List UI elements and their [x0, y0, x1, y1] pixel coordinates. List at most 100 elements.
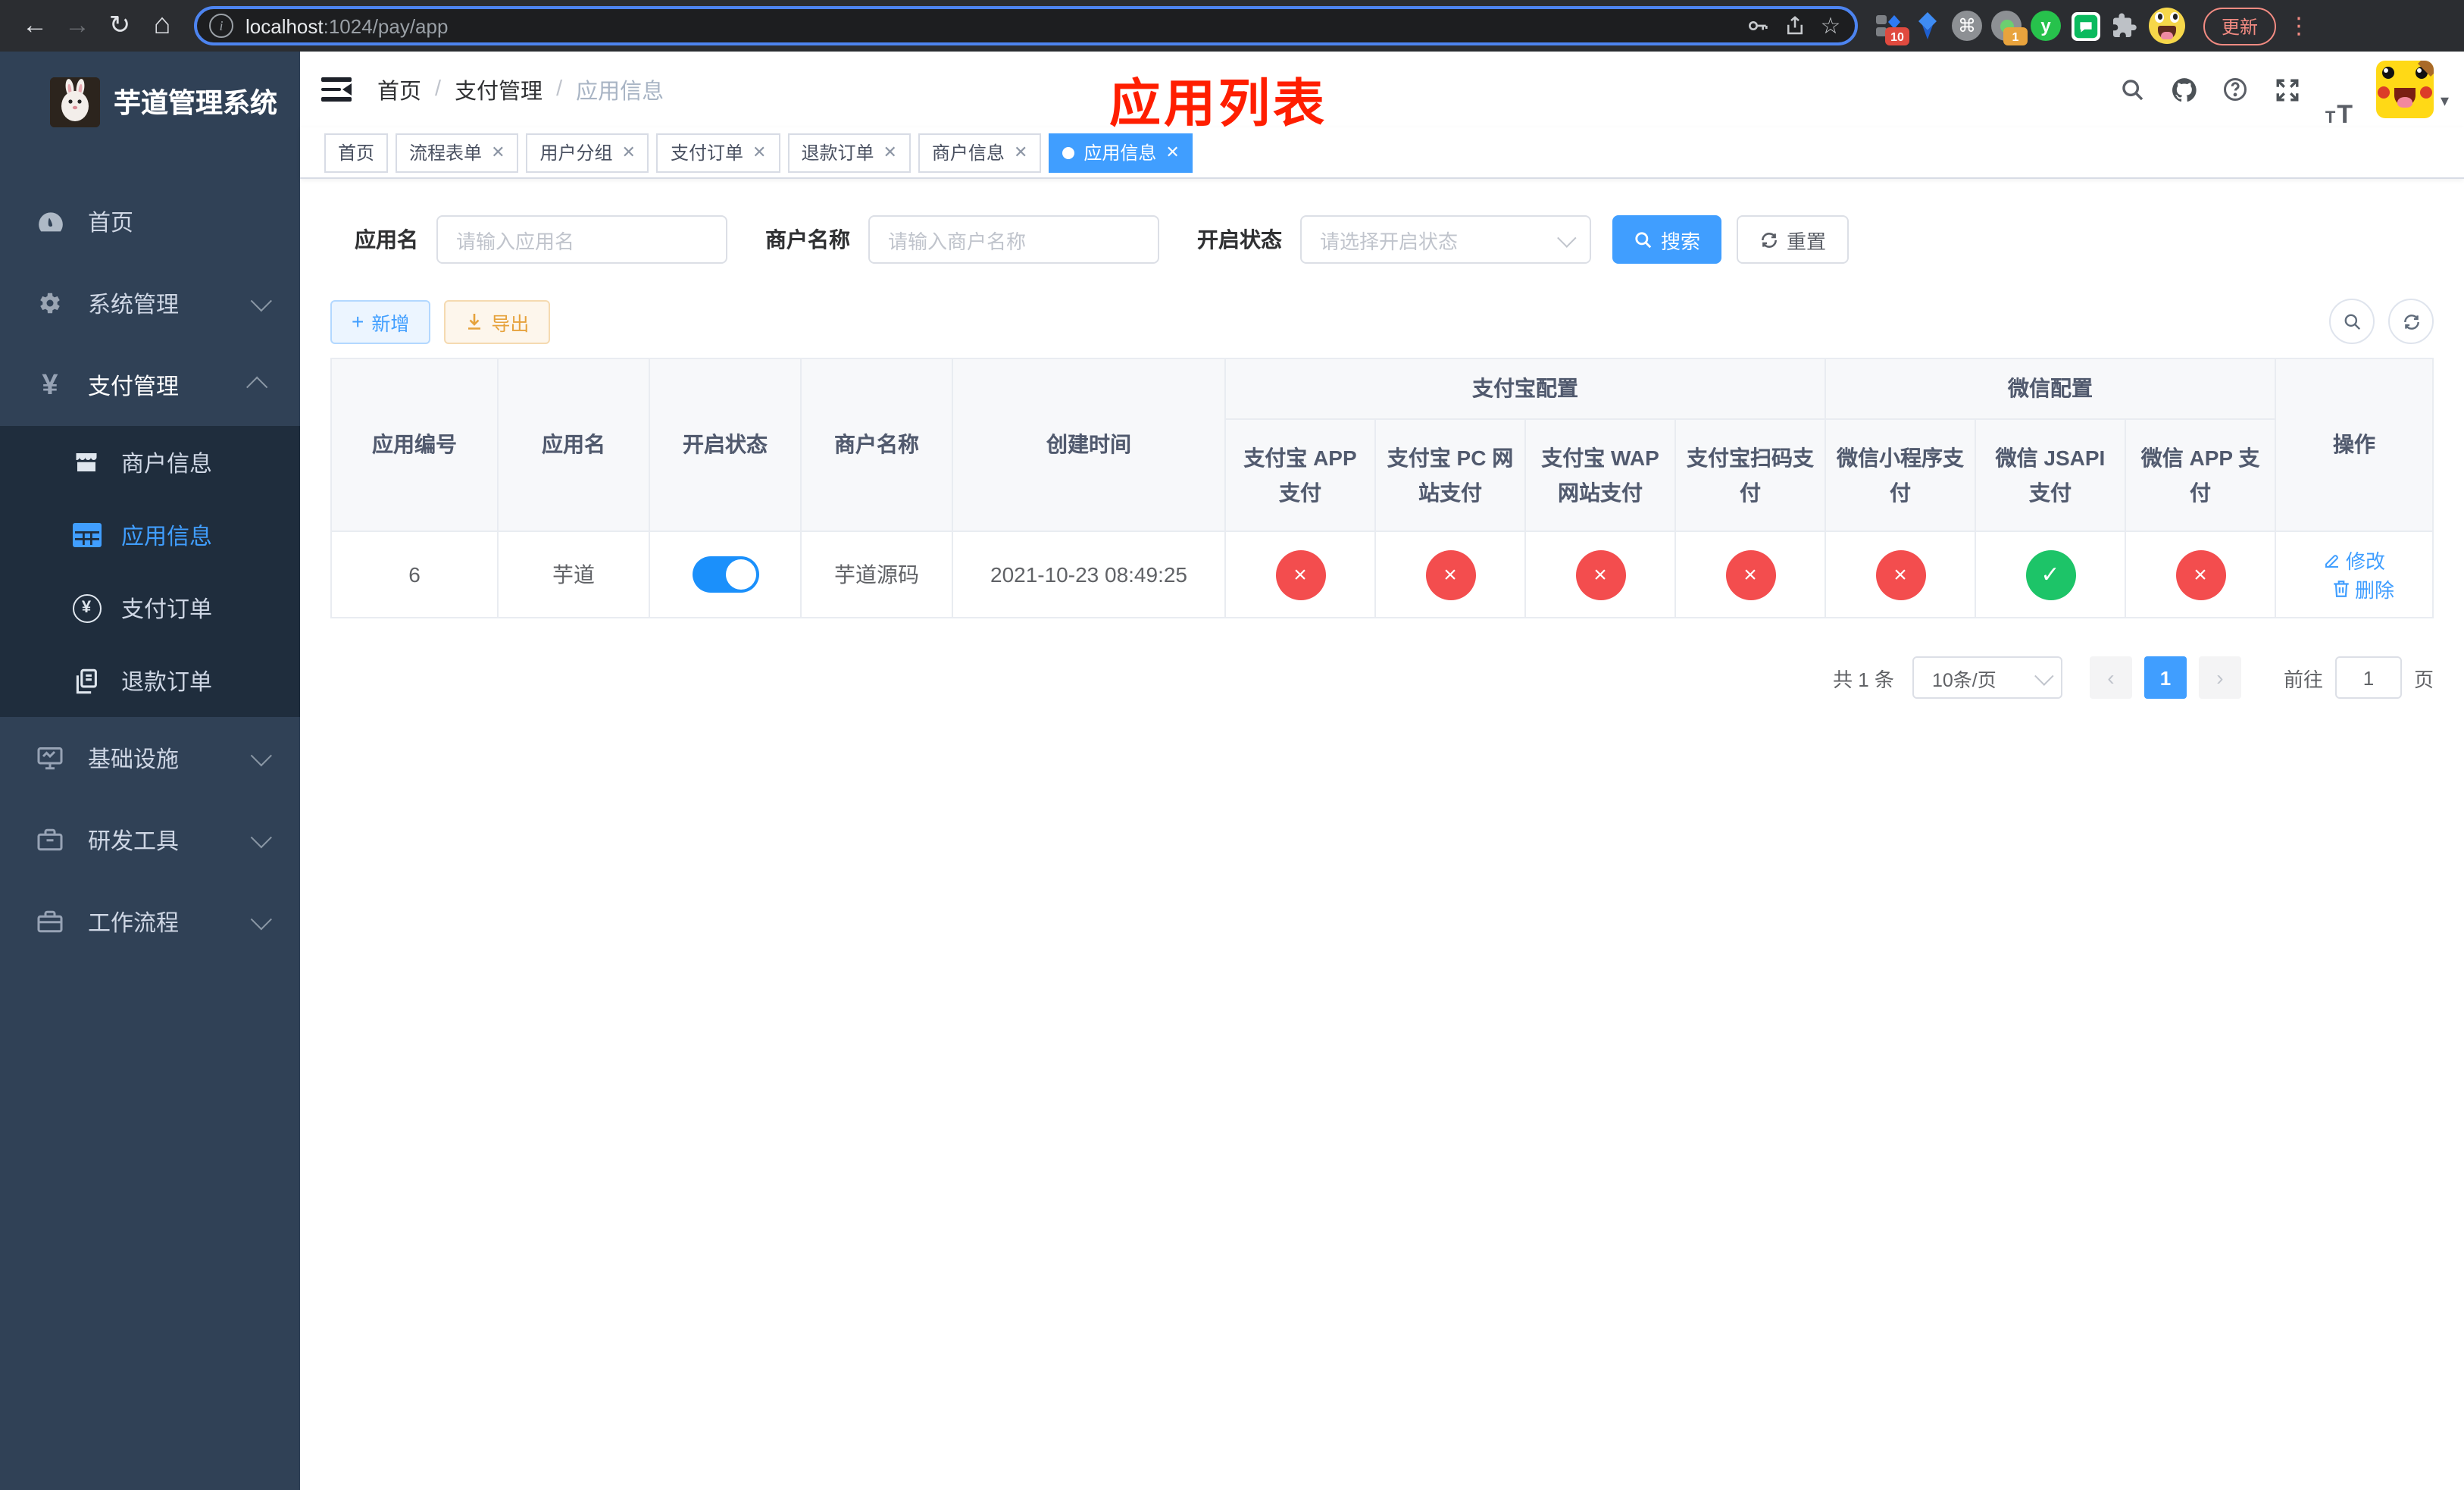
search-button[interactable]: 搜索 [1612, 215, 1722, 264]
refresh-icon[interactable] [2388, 299, 2434, 344]
breadcrumb-pay[interactable]: 支付管理 [455, 74, 543, 105]
close-icon[interactable]: ✕ [883, 142, 896, 162]
extension-y-icon[interactable]: y [2028, 6, 2064, 45]
wx-jsapi-status-icon: ✓ [2025, 549, 2075, 599]
tab-app-info[interactable]: 应用信息 ✕ [1049, 133, 1193, 172]
plus-icon: + [352, 309, 364, 333]
goto-label: 前往 [2283, 668, 2323, 690]
sidebar-item-infra[interactable]: 基础设施 [0, 717, 300, 799]
font-size-icon[interactable]: TT [2313, 52, 2365, 127]
avatar-caret-icon[interactable]: ▾ [2441, 90, 2449, 110]
search-form: 应用名 请输入应用名 商户名称 请输入商户名称 开启状态 请选择开启状态 搜索 … [330, 215, 2434, 264]
logo-row[interactable]: 芋道管理系统 [0, 52, 300, 135]
cell-merchant: 芋道源码 [800, 531, 953, 618]
status-toggle[interactable] [692, 556, 758, 593]
sidebar-item-label: 研发工具 [88, 828, 180, 854]
reset-button[interactable]: 重置 [1737, 215, 1850, 264]
extension-chat-icon[interactable] [2067, 6, 2103, 45]
github-icon[interactable] [2159, 52, 2210, 127]
help-icon[interactable] [2210, 52, 2262, 127]
close-icon[interactable]: ✕ [752, 142, 766, 162]
share-icon[interactable] [1776, 9, 1812, 42]
tab-pay-order[interactable]: 支付订单 ✕ [656, 133, 780, 172]
tab-refund-order[interactable]: 退款订单 ✕ [787, 133, 911, 172]
sidebar-item-pay[interactable]: ¥ 支付管理 [0, 344, 300, 426]
search-icon[interactable] [2107, 52, 2159, 127]
hide-search-icon[interactable] [2329, 299, 2375, 344]
user-avatar[interactable] [2376, 61, 2434, 118]
back-icon[interactable]: ← [15, 6, 55, 45]
delete-link[interactable]: 删除 [2332, 574, 2394, 603]
app-name-label: 应用名 [355, 227, 418, 252]
table-grid-icon [70, 523, 103, 547]
sidebar-item-merchant-info[interactable]: 商户信息 [0, 426, 300, 499]
breadcrumb-separator: / [435, 77, 442, 102]
col-wx-jsapi: 微信 JSAPI 支付 [1975, 418, 2126, 532]
extension-gem-icon[interactable] [1909, 6, 1946, 45]
tab-process-form[interactable]: 流程表单 ✕ [396, 133, 519, 172]
col-status: 开启状态 [649, 358, 802, 532]
cell-actions: 修改 删除 [2275, 531, 2434, 618]
close-icon[interactable]: ✕ [491, 142, 505, 162]
home-icon[interactable]: ⌂ [142, 6, 182, 45]
extension-command-icon[interactable]: ⌘ [1949, 6, 1985, 45]
url-text[interactable]: localhost:1024/pay/app [245, 14, 1740, 37]
export-button[interactable]: 导出 [444, 299, 551, 343]
col-actions: 操作 [2275, 358, 2434, 532]
chevron-down-icon [250, 745, 272, 767]
yen-circle-icon: ¥ [70, 593, 103, 622]
bookmark-star-icon[interactable]: ☆ [1812, 9, 1849, 42]
next-page-button[interactable]: › [2198, 656, 2241, 699]
sidebar-collapse-icon[interactable] [321, 77, 352, 102]
col-alipay-pc: 支付宝 PC 网站支付 [1374, 418, 1526, 532]
breadcrumb-home[interactable]: 首页 [377, 74, 421, 105]
status-label: 开启状态 [1197, 227, 1282, 252]
logo-image [50, 77, 100, 127]
col-alipay-qr: 支付宝扫码支付 [1674, 418, 1826, 532]
chrome-update-button[interactable]: 更新 [2203, 7, 2277, 45]
close-icon[interactable]: ✕ [1165, 142, 1179, 162]
col-alipay-wap: 支付宝 WAP 网站支付 [1524, 418, 1676, 532]
reload-icon[interactable]: ↻ [100, 6, 139, 45]
close-icon[interactable]: ✕ [1014, 142, 1027, 162]
key-icon[interactable] [1740, 9, 1776, 42]
close-icon[interactable]: ✕ [622, 142, 636, 162]
page-size-select[interactable]: 10条/页 [1912, 656, 2062, 699]
tab-merchant-info[interactable]: 商户信息 ✕ [918, 133, 1042, 172]
sidebar-item-pay-order[interactable]: ¥ 支付订单 [0, 571, 300, 644]
add-button[interactable]: + 新增 [330, 299, 431, 343]
forward-icon[interactable]: → [58, 6, 97, 45]
sidebar-item-devtools[interactable]: 研发工具 [0, 799, 300, 881]
sidebar: 芋道管理系统 首页 系统管理 ¥ 支付管理 商户信息 应用信息 ¥ 支付订单 退… [0, 52, 300, 1490]
site-info-icon[interactable]: i [209, 14, 233, 38]
tab-user-group[interactable]: 用户分组 ✕ [526, 133, 649, 172]
merchant-name-input[interactable]: 请输入商户名称 [868, 215, 1159, 264]
browser-menu-icon[interactable]: ⋮ [2285, 12, 2312, 39]
main-area: 首页 / 支付管理 / 应用信息 应用列表 T T ▾ 首页 流程表单 ✕ 用户… [300, 52, 2464, 1490]
extensions-puzzle-icon[interactable] [2106, 6, 2143, 45]
goto-page-input[interactable] [2334, 656, 2402, 699]
sidebar-item-workflow[interactable]: 工作流程 [0, 881, 300, 963]
sidebar-item-label: 商户信息 [121, 451, 213, 477]
sidebar-item-system[interactable]: 系统管理 [0, 262, 300, 344]
sidebar-item-label: 退款订单 [121, 669, 213, 695]
extension-recorder-icon[interactable]: 1 [1988, 6, 2028, 45]
url-path: :1024/pay/app [323, 14, 449, 37]
page-1-button[interactable]: 1 [2143, 656, 2187, 699]
sidebar-item-label: 应用信息 [121, 524, 213, 549]
address-bar[interactable]: i localhost:1024/pay/app ☆ [194, 6, 1858, 45]
sidebar-item-refund-order[interactable]: 退款订单 [0, 644, 300, 717]
extension-blocks-icon[interactable]: 10 [1870, 6, 1909, 45]
status-select[interactable]: 请选择开启状态 [1300, 215, 1591, 264]
sidebar-item-label: 支付管理 [88, 374, 180, 399]
sidebar-item-home[interactable]: 首页 [0, 180, 300, 262]
sidebar-item-label: 首页 [88, 210, 134, 236]
sidebar-item-app-info[interactable]: 应用信息 [0, 499, 300, 571]
fullscreen-icon[interactable] [2262, 52, 2313, 127]
app-name-input[interactable]: 请输入应用名 [436, 215, 727, 264]
tab-home[interactable]: 首页 [324, 133, 389, 172]
profile-avatar-emoji[interactable] [2146, 6, 2188, 45]
app-title: 芋道管理系统 [114, 88, 277, 118]
edit-link[interactable]: 修改 [2323, 546, 2385, 574]
prev-page-button[interactable]: ‹ [2089, 656, 2132, 699]
